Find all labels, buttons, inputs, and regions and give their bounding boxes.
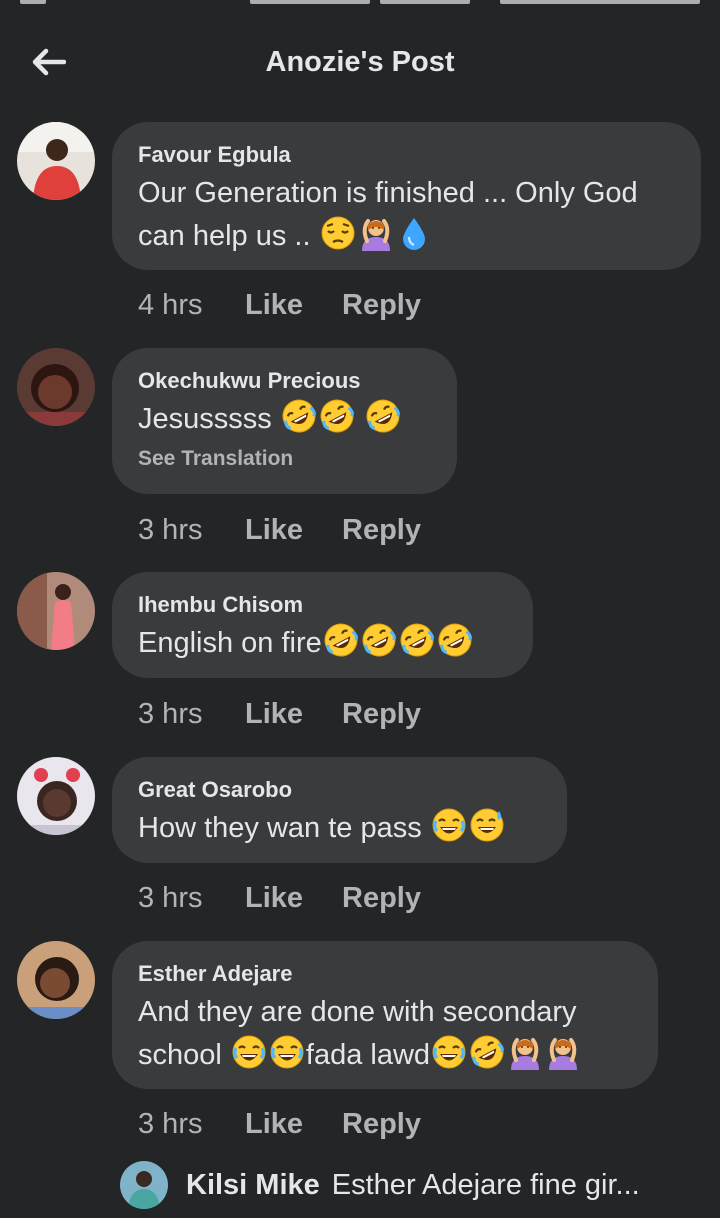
face-with-tears-of-joy-icon	[431, 807, 467, 843]
avatar-image	[17, 757, 95, 835]
comment-author[interactable]: Favour Egbula	[138, 140, 675, 170]
comment-author[interactable]: Esther Adejare	[138, 959, 632, 989]
comment-text-line: can help us ..	[138, 215, 675, 258]
comment-author[interactable]: Okechukwu Precious	[138, 366, 431, 396]
person-gesturing-ok-icon	[358, 215, 394, 251]
like-button[interactable]: Like	[245, 514, 342, 547]
rolling-on-floor-laughing-icon	[469, 1034, 505, 1070]
comment-text: English on fire	[138, 622, 507, 665]
person-gesturing-ok-icon	[507, 1034, 543, 1070]
comment-bubble: Esther Adejare And they are done with se…	[112, 941, 658, 1089]
avatar-image	[17, 348, 95, 426]
rolling-on-floor-laughing-icon	[437, 622, 473, 658]
reply-text: Esther Adejare fine gir...	[331, 1168, 640, 1201]
rolling-on-floor-laughing-icon	[365, 398, 401, 434]
avatar[interactable]	[120, 1161, 168, 1209]
face-with-tears-of-joy-icon	[269, 1034, 305, 1070]
like-button[interactable]: Like	[245, 698, 342, 731]
comment-text-line: And they are done with secondary	[138, 996, 577, 1028]
avatar[interactable]	[17, 122, 95, 200]
grinning-face-with-sweat-icon	[469, 807, 505, 843]
reply-preview[interactable]: Kilsi Mike Esther Adejare fine gir...	[120, 1160, 640, 1210]
face-with-tears-of-joy-icon	[231, 1034, 267, 1070]
comment-actions: 4 hrs Like Reply	[138, 285, 421, 325]
rolling-on-floor-laughing-icon	[281, 398, 317, 434]
avatar[interactable]	[17, 572, 95, 650]
droplet-icon	[396, 215, 432, 251]
comment-author[interactable]: Ihembu Chisom	[138, 590, 507, 620]
comment-bubble: Okechukwu Precious Jesusssss See Transla…	[112, 348, 457, 494]
avatar[interactable]	[17, 757, 95, 835]
rolling-on-floor-laughing-icon	[361, 622, 397, 658]
comment-actions: 3 hrs Like Reply	[138, 694, 421, 734]
comment-time: 3 hrs	[138, 881, 203, 914]
person-gesturing-ok-icon	[545, 1034, 581, 1070]
rolling-on-floor-laughing-icon	[399, 622, 435, 658]
rolling-on-floor-laughing-icon	[319, 398, 355, 434]
comment-actions: 3 hrs Like Reply	[138, 878, 421, 918]
reply-button[interactable]: Reply	[342, 1108, 421, 1141]
avatar-image	[17, 941, 95, 1019]
comment-text-line: Our Generation is finished ... Only God	[138, 177, 638, 209]
face-with-tears-of-joy-icon	[431, 1034, 467, 1070]
reply-button[interactable]: Reply	[342, 514, 421, 547]
page-title: Anozie's Post	[265, 46, 455, 78]
reply-author[interactable]: Kilsi Mike	[186, 1169, 320, 1202]
avatar-image	[17, 572, 95, 650]
comment-bubble: Favour Egbula Our Generation is finished…	[112, 122, 701, 270]
reply-button[interactable]: Reply	[342, 289, 421, 322]
like-button[interactable]: Like	[245, 882, 342, 915]
reply-button[interactable]: Reply	[342, 698, 421, 731]
like-button[interactable]: Like	[245, 289, 342, 322]
pensive-face-icon	[320, 215, 356, 251]
comment-actions: 3 hrs Like Reply	[138, 510, 421, 550]
reply-button[interactable]: Reply	[342, 882, 421, 915]
comment-author[interactable]: Great Osarobo	[138, 775, 541, 805]
like-button[interactable]: Like	[245, 1108, 342, 1141]
comment-time: 3 hrs	[138, 513, 203, 546]
status-bar	[0, 0, 720, 10]
avatar[interactable]	[17, 348, 95, 426]
rolling-on-floor-laughing-icon	[323, 622, 359, 658]
comment-text: Jesusssss	[138, 398, 431, 441]
avatar[interactable]	[17, 941, 95, 1019]
comment-actions: 3 hrs Like Reply	[138, 1104, 421, 1144]
comment-bubble: Great Osarobo How they wan te pass	[112, 757, 567, 863]
comment-time: 4 hrs	[138, 288, 203, 321]
comment-time: 3 hrs	[138, 697, 203, 730]
comment-time: 3 hrs	[138, 1107, 203, 1140]
comment-text: How they wan te pass	[138, 807, 541, 850]
avatar-image	[17, 122, 95, 200]
see-translation-link[interactable]: See Translation	[138, 447, 431, 471]
avatar-image	[120, 1161, 168, 1209]
comment-text-line: school fada lawd	[138, 1034, 632, 1077]
app-header: Anozie's Post	[0, 30, 720, 100]
comment-bubble: Ihembu Chisom English on fire	[112, 572, 533, 678]
